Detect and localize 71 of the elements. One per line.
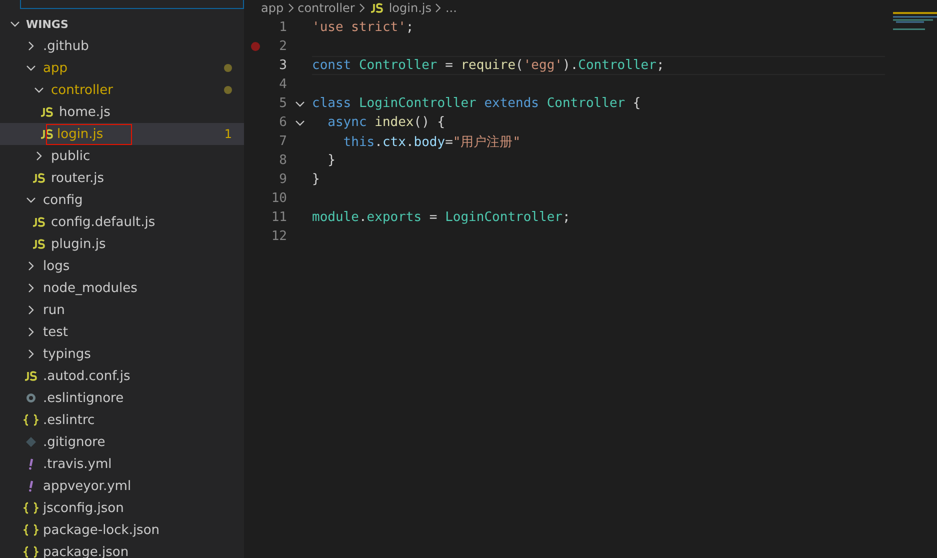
line-number: 10 (270, 191, 287, 206)
tree-item[interactable]: .eslintignore (0, 387, 244, 409)
tree-item[interactable]: .github (0, 35, 244, 57)
braces-icon (23, 546, 39, 558)
tree-item[interactable]: run (0, 299, 244, 321)
tree-item[interactable]: home.js (0, 101, 244, 123)
workspace-folder[interactable]: WINGS (0, 13, 244, 35)
code-line: async index() { (326, 115, 446, 130)
tree-item[interactable]: controller (0, 79, 244, 101)
tree-item[interactable]: router.js (0, 167, 244, 189)
tree-item[interactable]: plugin.js (0, 233, 244, 255)
breadcrumb-item[interactable]: app (261, 1, 284, 15)
tree-item[interactable]: package-lock.json (0, 519, 244, 541)
tree-item[interactable]: test (0, 321, 244, 343)
js-file-icon (31, 216, 47, 228)
breadcrumb-item[interactable]: login.js (388, 1, 432, 15)
line-number: 1 (278, 20, 287, 35)
tree-item[interactable]: appveyor.yml (0, 475, 244, 497)
code-line: } (312, 172, 320, 187)
js-file-icon (368, 2, 385, 14)
line-number: 12 (270, 229, 287, 244)
braces-icon (23, 524, 39, 536)
line-number: 8 (278, 153, 287, 168)
tree-item[interactable]: node_modules (0, 277, 244, 299)
breakpoint-dot[interactable] (250, 42, 260, 51)
fold-chevron-icon[interactable] (294, 98, 304, 108)
code-line: } (326, 153, 336, 168)
breadcrumb-item[interactable]: controller (298, 1, 355, 15)
breadcrumb-item[interactable]: ... (445, 1, 457, 15)
tree-item[interactable]: .travis.yml (0, 453, 244, 475)
tree-item[interactable]: .eslintrc (0, 409, 244, 431)
js-file-icon (39, 128, 55, 140)
line-number: 2 (278, 39, 287, 54)
modified-dot (224, 64, 232, 72)
tree-item[interactable]: package.json (0, 541, 244, 558)
tree-item[interactable]: jsconfig.json (0, 497, 244, 519)
braces-icon (23, 502, 39, 514)
code-line: module.exports = LoginController; (312, 210, 570, 225)
line-number: 7 (278, 134, 287, 149)
tree-item[interactable]: .autod.conf.js (0, 365, 244, 387)
line-number: 6 (278, 115, 287, 130)
js-file-icon (31, 238, 47, 250)
line-number: 11 (270, 210, 287, 225)
js-file-icon (23, 370, 39, 382)
tree-item[interactable]: login.js 1 (0, 123, 244, 145)
problem-count: 1 (224, 127, 232, 141)
chevron-icon (288, 3, 294, 13)
tree-item[interactable]: .gitignore (0, 431, 244, 453)
tree-item[interactable]: public (0, 145, 244, 167)
minimap-drawing (893, 12, 937, 30)
line-number: 4 (278, 77, 287, 92)
line-number: 5 (278, 96, 287, 111)
line-number: 9 (278, 172, 287, 187)
code-line: this.ctx.body="用户注册" (342, 134, 521, 150)
fold-chevron-icon[interactable] (294, 118, 304, 128)
tree-item[interactable]: logs (0, 255, 244, 277)
braces-icon (23, 414, 39, 426)
chevron-icon (358, 3, 365, 13)
code-line: class LoginController extends Controller { (312, 96, 641, 111)
line-number: 3 (278, 58, 287, 73)
tree-item[interactable]: app (0, 57, 244, 79)
js-file-icon (31, 172, 47, 184)
code-line: const Controller = require('egg').Controller; (312, 58, 664, 73)
chevron-icon (10, 19, 20, 29)
js-file-icon (39, 106, 55, 118)
tree-item[interactable]: config.default.js (0, 211, 244, 233)
tree-item[interactable]: typings (0, 343, 244, 365)
chevron-icon (435, 3, 442, 13)
tree-item[interactable]: config (0, 189, 244, 211)
modified-dot (224, 86, 232, 94)
code-line: 'use strict'; (312, 20, 414, 35)
